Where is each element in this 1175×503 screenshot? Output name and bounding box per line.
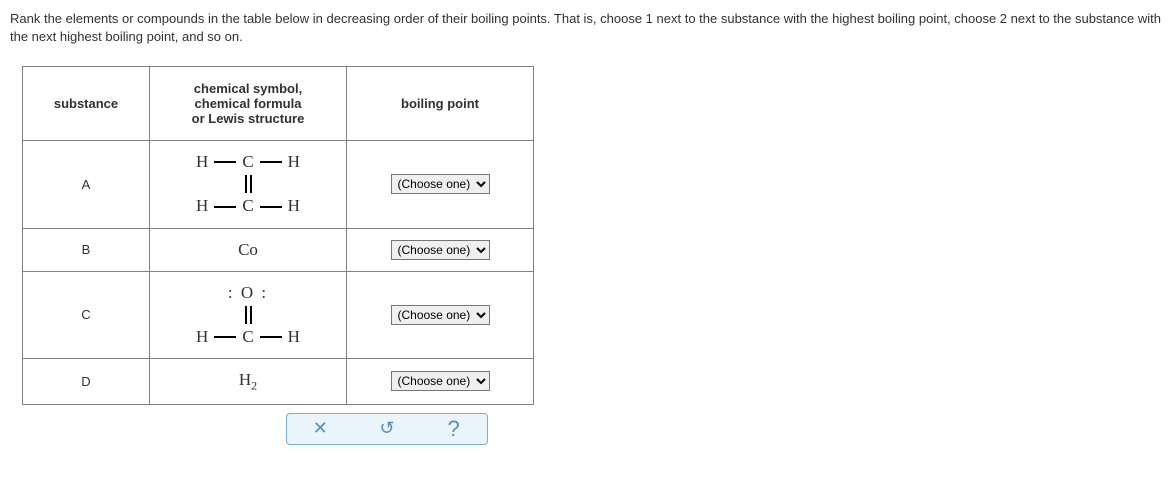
header-chemical: chemical symbol, chemical formula or Lew… [150, 67, 347, 141]
chemical-cell-D: H2 [150, 358, 347, 404]
boiling-select-C[interactable]: (Choose one) [391, 305, 490, 325]
chemical-cell-C: : O : HCH [150, 271, 347, 358]
clear-icon[interactable]: ✕ [305, 418, 335, 440]
substance-label-B: B [23, 228, 150, 271]
lewis-formaldehyde: : O : HCH [196, 282, 300, 348]
boiling-select-A[interactable]: (Choose one) [391, 174, 490, 194]
header-boiling: boiling point [347, 67, 534, 141]
header-substance: substance [23, 67, 150, 141]
action-toolbar: ✕ ↺ ? [286, 413, 488, 445]
help-icon[interactable]: ? [439, 418, 469, 440]
table-row: C : O : HCH (Choose one) [23, 271, 534, 358]
chemical-cell-A: HCH HCH [150, 141, 347, 228]
instructions-text: Rank the elements or compounds in the ta… [10, 10, 1165, 46]
table-row: A HCH HCH (Choose one) [23, 141, 534, 228]
reset-icon[interactable]: ↺ [372, 418, 402, 440]
substance-label-A: A [23, 141, 150, 228]
lewis-ethene: HCH HCH [196, 151, 300, 217]
table-row: D H2 (Choose one) [23, 358, 534, 404]
substance-label-D: D [23, 358, 150, 404]
table-row: B Co (Choose one) [23, 228, 534, 271]
chemical-cell-B: Co [150, 228, 347, 271]
boiling-select-D[interactable]: (Choose one) [391, 371, 490, 391]
substance-label-C: C [23, 271, 150, 358]
ranking-table: substance chemical symbol, chemical form… [22, 66, 534, 404]
boiling-select-B[interactable]: (Choose one) [391, 240, 490, 260]
